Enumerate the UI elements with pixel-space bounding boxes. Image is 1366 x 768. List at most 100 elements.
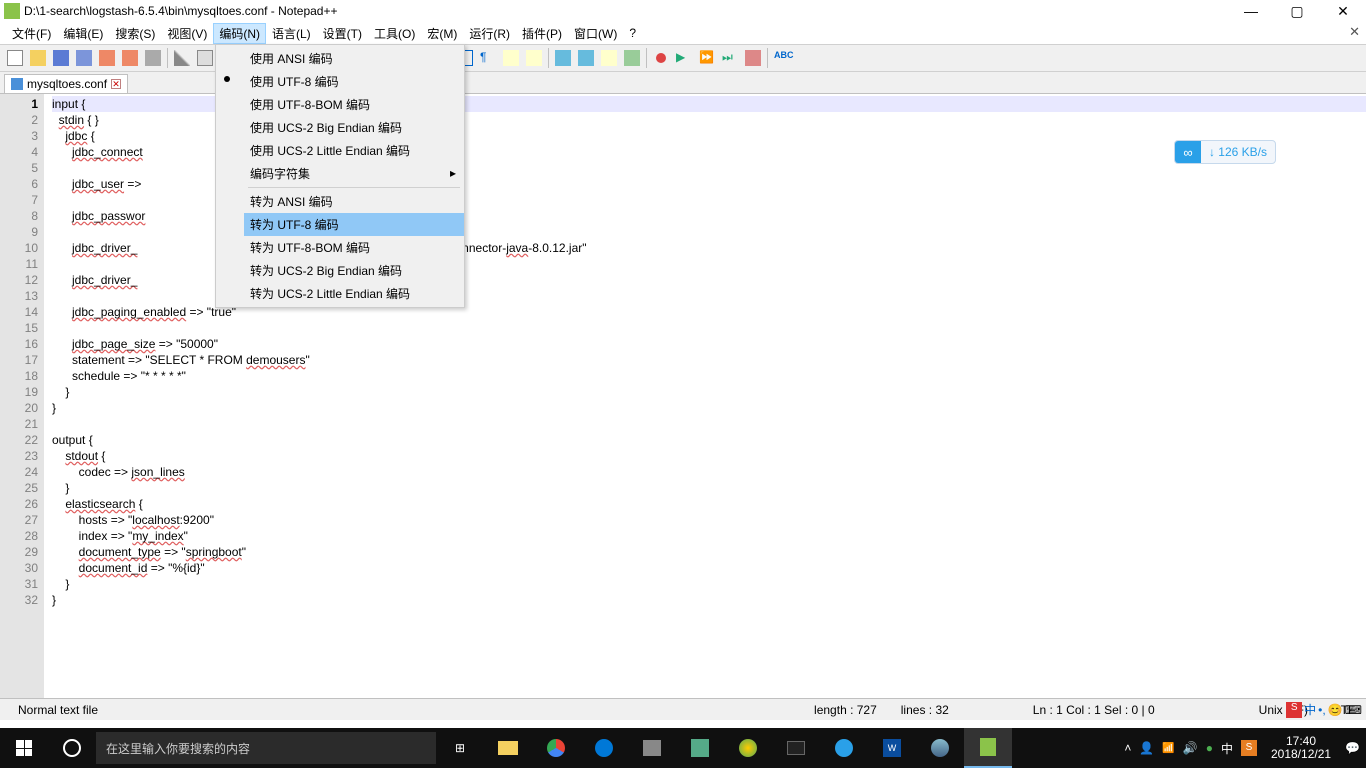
code-line[interactable]: } (52, 400, 1366, 416)
menu-search[interactable]: 搜索(S) (109, 23, 161, 44)
cortana-icon[interactable] (48, 739, 96, 757)
menu-close-doc[interactable]: ✕ (1349, 24, 1360, 40)
stop-icon[interactable]: ▶ (673, 47, 695, 69)
notepadpp-icon[interactable] (964, 728, 1012, 768)
code-line[interactable] (52, 320, 1366, 336)
file-tab[interactable]: mysqltoes.conf ✕ (4, 74, 128, 93)
download-speed-badge[interactable]: ∞ ↓ 126 KB/s (1174, 140, 1276, 164)
tray-people-icon[interactable]: 👤 (1139, 741, 1154, 755)
store-icon[interactable] (628, 728, 676, 768)
code-line[interactable]: document_id => "%{id}" (52, 560, 1366, 576)
encoding-option[interactable]: 转为 UTF-8 编码 (244, 213, 464, 236)
spellcheck-icon[interactable]: ABC (771, 47, 793, 69)
task-view-icon[interactable]: ⊞ (436, 728, 484, 768)
encoding-option[interactable]: 使用 UCS-2 Little Endian 编码 (244, 139, 464, 162)
wps-icon[interactable]: W (868, 728, 916, 768)
ime-punct[interactable]: •, (1318, 703, 1326, 717)
code-line[interactable]: hosts => "localhost:9200" (52, 512, 1366, 528)
tray-clock[interactable]: 17:40 2018/12/21 (1265, 735, 1337, 761)
minimize-button[interactable]: — (1228, 0, 1274, 22)
app2-icon[interactable] (724, 728, 772, 768)
play-icon[interactable]: ⏩ (696, 47, 718, 69)
encoding-option[interactable]: 使用 UTF-8 编码 (244, 70, 464, 93)
chrome-icon[interactable] (532, 728, 580, 768)
menu-encoding[interactable]: 编码(N) (213, 23, 266, 44)
code-line[interactable]: } (52, 480, 1366, 496)
maximize-button[interactable]: ▢ (1274, 0, 1320, 22)
close-all-icon[interactable] (119, 47, 141, 69)
encoding-option[interactable]: 转为 UCS-2 Big Endian 编码 (244, 259, 464, 282)
code-line[interactable]: } (52, 592, 1366, 608)
folder-icon[interactable] (552, 47, 574, 69)
menu-view[interactable]: 视图(V) (161, 23, 213, 44)
ime-icon[interactable]: S (1286, 702, 1302, 718)
code-line[interactable]: } (52, 576, 1366, 592)
cut-icon[interactable] (171, 47, 193, 69)
menu-run[interactable]: 运行(R) (463, 23, 516, 44)
menu-tools[interactable]: 工具(O) (368, 23, 421, 44)
ime-lang[interactable]: 中 (1304, 701, 1316, 718)
menu-settings[interactable]: 设置(T) (317, 23, 368, 44)
tray-ime-icon[interactable]: 中 (1221, 740, 1233, 757)
tray-expand-icon[interactable]: ˄ (1124, 741, 1131, 755)
photo-icon[interactable] (916, 728, 964, 768)
func-list-icon[interactable] (598, 47, 620, 69)
encoding-option[interactable]: 使用 UCS-2 Big Endian 编码 (244, 116, 464, 139)
close-file-icon[interactable] (96, 47, 118, 69)
encoding-option[interactable]: 转为 UTF-8-BOM 编码 (244, 236, 464, 259)
menu-help[interactable]: ? (623, 24, 642, 42)
code-line[interactable]: index => "my_index" (52, 528, 1366, 544)
encoding-option[interactable]: 使用 ANSI 编码 (244, 47, 464, 70)
baidu-icon[interactable] (820, 728, 868, 768)
menu-file[interactable]: 文件(F) (6, 23, 57, 44)
ime-keyboard-icon[interactable]: ⌨ (1345, 703, 1362, 717)
menu-plugins[interactable]: 插件(P) (516, 23, 568, 44)
play-multi-icon[interactable]: ⏭ (719, 47, 741, 69)
code-line[interactable]: elasticsearch { (52, 496, 1366, 512)
start-button[interactable] (0, 728, 48, 768)
tray-network-icon[interactable]: 📶 (1162, 743, 1174, 754)
code-line[interactable]: schedule => "* * * * *" (52, 368, 1366, 384)
app1-icon[interactable] (676, 728, 724, 768)
tray-volume-icon[interactable]: 🔊 (1183, 741, 1198, 755)
code-line[interactable]: stdout { (52, 448, 1366, 464)
tray-sogou-icon[interactable]: S (1241, 740, 1257, 756)
menu-macro[interactable]: 宏(M) (421, 23, 463, 44)
record-icon[interactable] (650, 47, 672, 69)
menu-language[interactable]: 语言(L) (266, 23, 317, 44)
print-icon[interactable] (142, 47, 164, 69)
terminal-icon[interactable] (772, 728, 820, 768)
edge-icon[interactable] (580, 728, 628, 768)
explorer-icon[interactable] (484, 728, 532, 768)
code-line[interactable] (52, 416, 1366, 432)
code-line[interactable]: statement => "SELECT * FROM demousers" (52, 352, 1366, 368)
taskbar-search[interactable]: 在这里输入你要搜索的内容 (96, 732, 436, 764)
save-icon[interactable] (50, 47, 72, 69)
monitor-icon[interactable] (621, 47, 643, 69)
new-file-icon[interactable] (4, 47, 26, 69)
code-line[interactable]: } (52, 384, 1366, 400)
open-file-icon[interactable] (27, 47, 49, 69)
ime-emoji[interactable]: 😊 (1328, 703, 1343, 717)
copy-icon[interactable] (194, 47, 216, 69)
guides-icon[interactable] (523, 47, 545, 69)
encoding-option[interactable]: 转为 UCS-2 Little Endian 编码 (244, 282, 464, 305)
indent-icon[interactable] (500, 47, 522, 69)
tray-wechat-icon[interactable]: ● (1206, 741, 1213, 755)
menu-window[interactable]: 窗口(W) (568, 23, 623, 44)
encoding-option[interactable]: 使用 UTF-8-BOM 编码 (244, 93, 464, 116)
tray-notifications-icon[interactable]: 💬 (1345, 741, 1360, 755)
encoding-option[interactable]: 编码字符集▸ (244, 162, 464, 185)
encoding-option[interactable]: 转为 ANSI 编码 (244, 190, 464, 213)
save-macro-icon[interactable] (742, 47, 764, 69)
code-line[interactable]: codec => json_lines (52, 464, 1366, 480)
doc-map-icon[interactable] (575, 47, 597, 69)
close-button[interactable]: ✕ (1320, 0, 1366, 22)
tab-close-icon[interactable]: ✕ (111, 79, 121, 89)
code-line[interactable]: jdbc_page_size => "50000" (52, 336, 1366, 352)
code-line[interactable]: output { (52, 432, 1366, 448)
save-all-icon[interactable] (73, 47, 95, 69)
show-all-icon[interactable]: ¶ (477, 47, 499, 69)
menu-edit[interactable]: 编辑(E) (57, 23, 109, 44)
code-line[interactable]: document_type => "springboot" (52, 544, 1366, 560)
